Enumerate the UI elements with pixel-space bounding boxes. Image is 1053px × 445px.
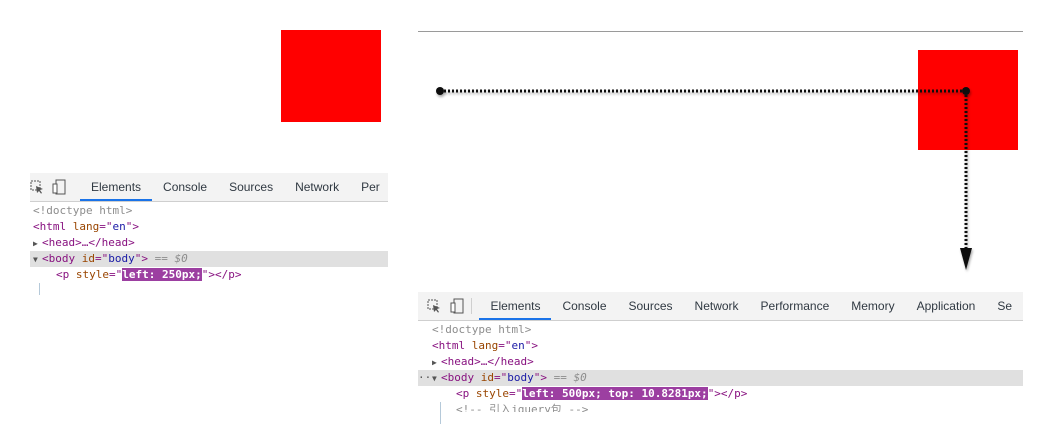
devtools-panel-right: Elements Console Sources Network Perform… — [418, 292, 1023, 424]
body-attr: id — [480, 371, 494, 384]
tab-sources[interactable]: Sources — [618, 292, 684, 320]
tab-performance[interactable]: Performance — [750, 292, 841, 320]
comment-text: <!-- 引入jquery包 --> — [456, 403, 589, 412]
dom-tree: <!doctype html> <html lang="en"> ▶ <head>… — [418, 322, 1023, 412]
comment-line[interactable]: <!-- 引入jquery包 --> — [418, 402, 1023, 412]
p-eq: =" — [509, 387, 523, 400]
tab-memory[interactable]: Memory — [840, 292, 905, 320]
collapse-triangle-icon[interactable]: ▼ — [432, 371, 441, 387]
device-toolbar-icon[interactable] — [449, 297, 464, 315]
html-line[interactable]: <html lang="en"> — [418, 338, 1023, 354]
start-dot — [436, 87, 444, 95]
corner-dot — [962, 87, 970, 95]
html-val: en — [511, 339, 525, 352]
expand-triangle-icon[interactable]: ▶ — [432, 355, 441, 371]
p-close: "></p> — [707, 387, 748, 400]
body-eq: =" — [494, 371, 508, 384]
html-eq: =" — [498, 339, 512, 352]
p-tag: <p — [456, 387, 476, 400]
doctype-line[interactable]: <!doctype html> — [418, 322, 1023, 338]
arrow-head-icon — [960, 248, 972, 270]
tab-application[interactable]: Application — [906, 292, 987, 320]
tab-elements[interactable]: Elements — [479, 292, 552, 320]
doctype-text: <!doctype html> — [432, 323, 532, 336]
p-attr: style — [475, 387, 509, 400]
html-tag: <html — [432, 339, 472, 352]
more-dots-icon[interactable]: ··· — [418, 370, 438, 386]
tab-security[interactable]: Se — [986, 292, 1023, 320]
html-attr: lang — [471, 339, 499, 352]
body-close: "> — [533, 371, 547, 384]
body-tag: <body — [441, 371, 481, 384]
body-line[interactable]: ···▼ <body id="body"> == $0 — [418, 370, 1023, 386]
tab-network[interactable]: Network — [684, 292, 750, 320]
devtools-toolbar: Elements Console Sources Network Perform… — [418, 292, 1023, 321]
selected-marker: == $0 — [547, 371, 587, 384]
body-val: body — [507, 371, 534, 384]
toolbar-divider — [470, 298, 472, 314]
tree-guide-line — [440, 402, 441, 424]
html-close: "> — [524, 339, 538, 352]
style-value-highlight[interactable]: left: 500px; top: 10.8281px; — [522, 387, 708, 400]
inspect-element-icon[interactable] — [426, 297, 441, 315]
head-tag: <head>…</head> — [441, 355, 534, 368]
tab-console[interactable]: Console — [551, 292, 617, 320]
head-line[interactable]: ▶ <head>…</head> — [418, 354, 1023, 370]
p-line[interactable]: <p style="left: 500px; top: 10.8281px;">… — [418, 386, 1023, 402]
